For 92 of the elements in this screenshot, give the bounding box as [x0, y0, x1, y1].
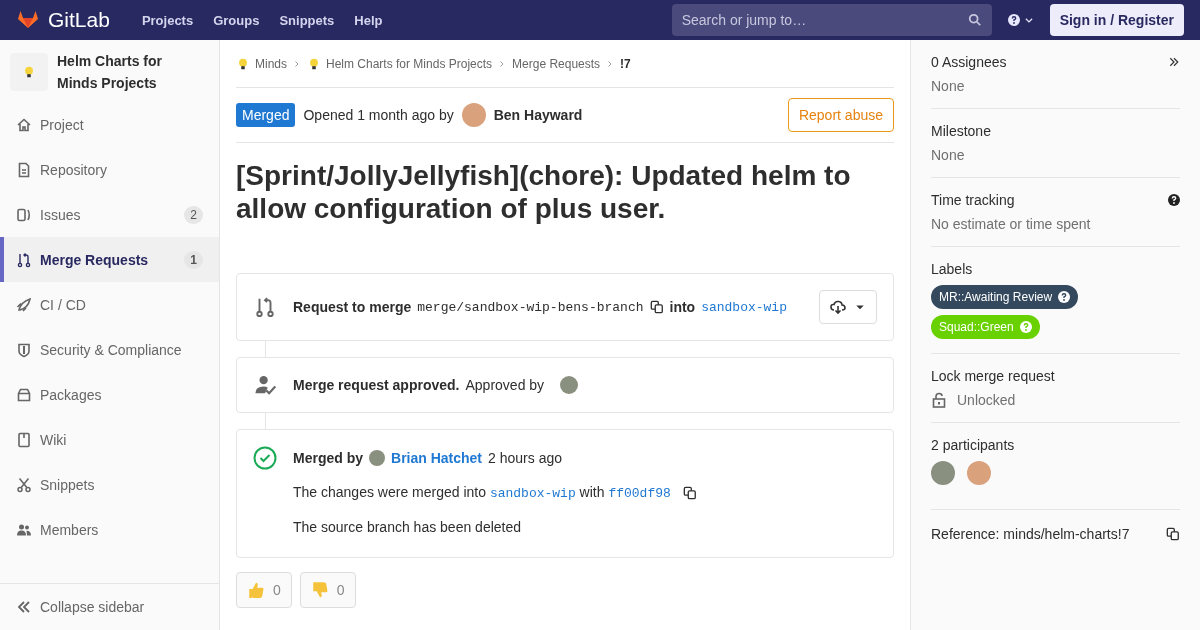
cloud-download-icon	[830, 299, 846, 315]
avatar[interactable]	[931, 461, 955, 485]
breadcrumb-link[interactable]: Minds	[236, 56, 287, 71]
unlocked-padlock-icon	[931, 392, 947, 408]
sidebar-item[interactable]: CI / CD	[0, 282, 219, 327]
lightbulb-icon	[307, 56, 321, 71]
reaction-button[interactable]: 0	[299, 572, 356, 608]
issues-icon	[16, 206, 32, 223]
avatar[interactable]	[461, 103, 486, 127]
breadcrumb-link[interactable]: Helm Charts for Minds Projects	[307, 56, 493, 71]
lock-value: Unlocked	[957, 392, 1016, 408]
source-branch: merge/sandbox-wip-bens-branch	[417, 299, 644, 315]
collapse-sidebar-button[interactable]: Collapse sidebar	[0, 583, 219, 630]
search-icon	[967, 13, 982, 27]
sidebar-item[interactable]: Snippets	[0, 462, 219, 507]
document-icon	[16, 161, 32, 178]
copy-icon	[682, 485, 697, 500]
nav-link[interactable]: Projects	[131, 12, 204, 28]
shield-icon	[16, 341, 32, 358]
double-chevron-right-icon	[1168, 56, 1180, 68]
sidebar-item[interactable]: Security & Compliance	[0, 327, 219, 372]
user-link[interactable]: Brian Hatchet	[391, 450, 483, 466]
chevron-down-icon	[1023, 15, 1034, 25]
project-name[interactable]: Helm Charts for Minds Projects	[57, 50, 177, 94]
milestone-value: None	[931, 147, 965, 163]
labels-title: Labels	[931, 261, 973, 277]
sidebar-item[interactable]: Issues 2	[0, 192, 219, 237]
participants-title: 2 participants	[931, 437, 1015, 453]
lock-title: Lock merge request	[931, 368, 1055, 384]
assignees-value: None	[931, 78, 965, 94]
count-badge: 2	[184, 205, 203, 224]
help-icon	[1007, 14, 1020, 26]
book-icon	[16, 431, 32, 448]
copy-icon	[1166, 527, 1180, 541]
help-icon	[1019, 321, 1032, 333]
merged-by-label: Merged by	[293, 450, 363, 466]
commit-link[interactable]: ff00df98	[608, 486, 671, 501]
breadcrumb-link[interactable]: Merge Requests	[512, 56, 601, 71]
sidebar-item[interactable]: Project	[0, 102, 219, 147]
nav-link[interactable]: Help	[344, 12, 393, 28]
merge-request-icon	[254, 296, 276, 318]
copy-icon	[649, 300, 664, 314]
reference-text: Reference: minds/helm-charts!7	[931, 526, 1130, 542]
time-tracking-title: Time tracking	[931, 192, 1015, 208]
time-tracking-value: No estimate or time spent	[931, 216, 1091, 232]
author-link[interactable]: Ben Hayward	[493, 107, 583, 123]
logo-text[interactable]: GitLab	[48, 8, 110, 32]
user-check-icon	[254, 374, 276, 396]
download-dropdown[interactable]	[819, 290, 877, 324]
scissors-icon	[16, 476, 32, 493]
avatar[interactable]	[369, 450, 385, 466]
merge-request-title: [Sprint/JollyJellyfish](chore): Updated helm to allow configuration of plus user.	[236, 159, 852, 225]
package-icon	[16, 386, 32, 403]
thumbs-down-icon	[310, 581, 329, 599]
into-label: into	[669, 299, 696, 315]
status-badge: Merged	[236, 103, 296, 127]
assignees-title: 0 Assignees	[931, 54, 1007, 70]
home-icon	[16, 116, 32, 133]
avatar[interactable]	[560, 376, 579, 394]
avatar[interactable]	[967, 461, 991, 485]
breadcrumb-link[interactable]: !7	[620, 56, 631, 71]
nav-link[interactable]: Groups	[203, 12, 270, 28]
rocket-icon	[16, 296, 32, 313]
request-label: Request to merge	[293, 299, 412, 315]
search-field[interactable]: Search or jump to…	[671, 4, 992, 36]
sidebar-item[interactable]: Members	[0, 507, 219, 552]
opened-text: Opened 1 month ago by	[303, 107, 454, 123]
merge-time: 2 hours ago	[488, 450, 562, 466]
branch-link[interactable]: sandbox-wip	[489, 486, 576, 501]
help-icon	[1058, 291, 1071, 303]
sign-in-button[interactable]: Sign in / Register	[1049, 4, 1184, 36]
approval-text: Merge request approved. Approved by	[293, 377, 545, 393]
reaction-button[interactable]: 0	[236, 572, 292, 608]
lightbulb-icon	[236, 56, 250, 71]
sidebar-item[interactable]: Repository	[0, 147, 219, 192]
sidebar-item[interactable]: Packages	[0, 372, 219, 417]
double-chevron-left-icon	[16, 599, 32, 615]
check-circle-icon	[253, 446, 277, 470]
merge-request-icon	[16, 251, 32, 268]
sidebar-item[interactable]: Wiki	[0, 417, 219, 462]
lightbulb-icon	[22, 65, 36, 79]
target-branch-link[interactable]: sandbox-wip	[701, 299, 787, 315]
milestone-title: Milestone	[931, 123, 991, 139]
label-tag[interactable]: MR::Awaiting Review	[931, 285, 1079, 309]
thumbs-up-icon	[247, 581, 265, 599]
merged-into-text: The changes were merged into sandbox-wip with ff00df98	[293, 484, 671, 501]
nav-link[interactable]: Snippets	[269, 12, 345, 28]
branch-deleted-text: The source branch has been deleted	[293, 519, 523, 535]
help-icon	[1168, 194, 1180, 206]
count-badge: 1	[184, 250, 203, 269]
sidebar-item[interactable]: Merge Requests 1	[0, 237, 219, 282]
chevron-right-icon	[293, 59, 301, 68]
